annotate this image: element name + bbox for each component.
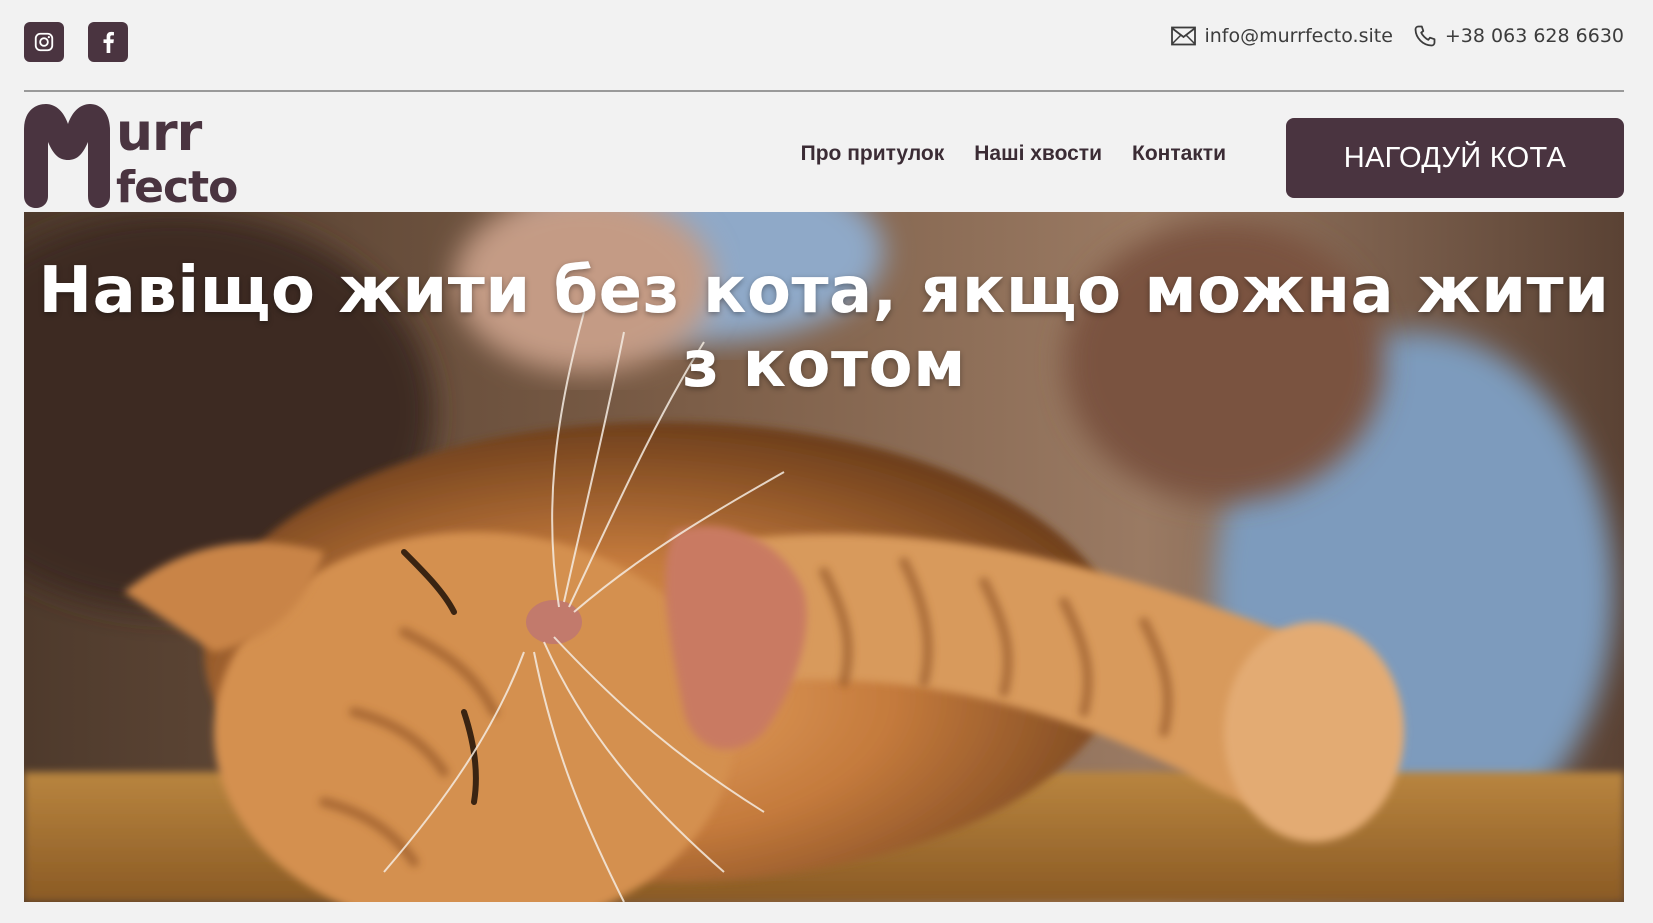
logo-text-fecto: fecto [116,162,237,208]
phone-icon [1414,25,1436,47]
main-nav: Про притулок Наші хвости Контакти [801,142,1226,166]
header-divider [24,90,1624,92]
instagram-icon [34,32,54,52]
top-bar: info@murrfecto.site +38 063 628 6630 [24,0,1624,90]
feed-cat-button[interactable]: НАГОДУЙ КОТА [1286,118,1624,198]
facebook-icon [103,31,114,53]
hero-title: Навіщо жити без кота, якщо можна жити з … [38,254,1610,402]
hero-banner: Навіщо жити без кота, якщо можна жити з … [24,212,1624,902]
nav-our-tails[interactable]: Наші хвости [974,142,1102,166]
facebook-link[interactable] [88,22,128,62]
page: info@murrfecto.site +38 063 628 6630 urr… [0,0,1653,923]
logo[interactable]: urr fecto [24,102,274,213]
email-link[interactable]: info@murrfecto.site [1171,25,1393,47]
main-header: urr fecto Про притулок Наші хвости Конта… [24,100,1624,213]
logo-text-urr: urr [116,103,203,163]
nav-about-shelter[interactable]: Про притулок [801,142,945,166]
email-text: info@murrfecto.site [1204,25,1393,47]
nav-contacts[interactable]: Контакти [1132,142,1226,166]
murrfecto-logo: urr fecto [24,103,238,213]
envelope-icon [1171,26,1197,46]
phone-text: +38 063 628 6630 [1444,25,1624,47]
contact-info: info@murrfecto.site +38 063 628 6630 [1171,21,1624,51]
instagram-link[interactable] [24,22,64,62]
phone-link[interactable]: +38 063 628 6630 [1413,24,1624,48]
